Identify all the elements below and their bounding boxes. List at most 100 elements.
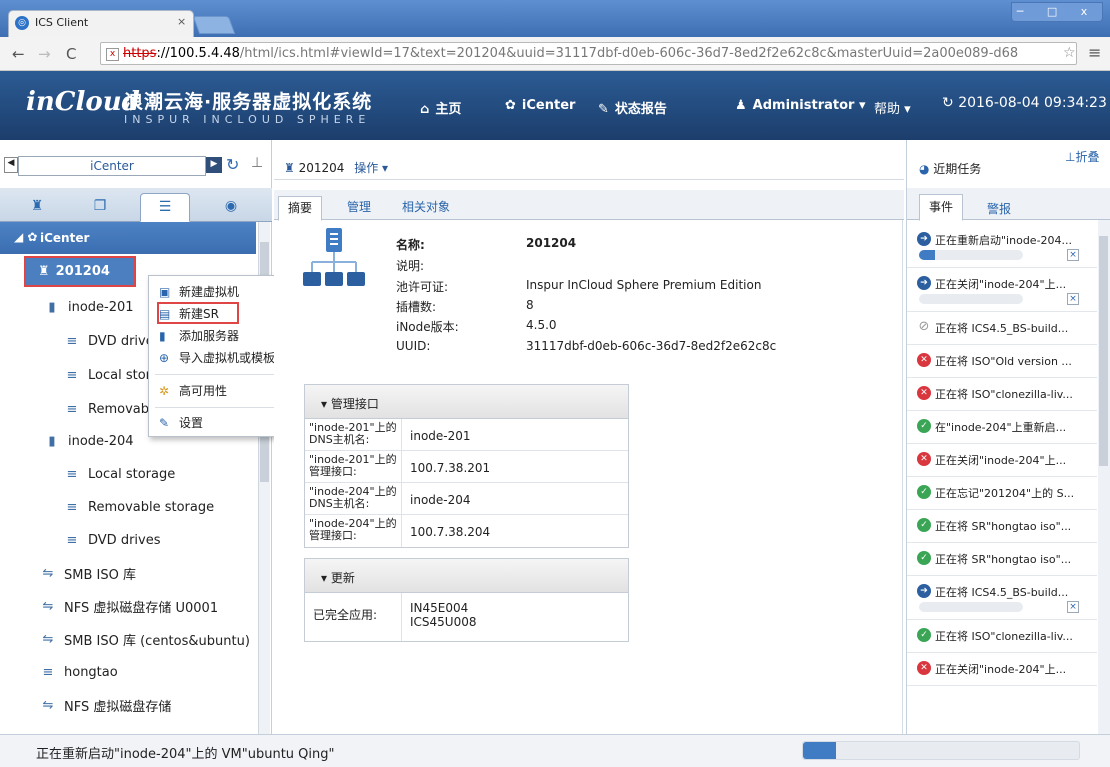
pool-topology-icon [303, 228, 365, 286]
success-icon: ✓ [917, 628, 931, 642]
tree-item-smb-iso[interactable]: ⇋ SMB ISO 库 [40, 556, 136, 590]
object-header: ♜ 201204 操作 ▾ [274, 152, 904, 180]
cancel-task-icon[interactable]: × [1067, 601, 1079, 613]
server-icon: ▮ [48, 299, 56, 315]
tab-events[interactable]: 事件 [919, 194, 963, 221]
actions-menu[interactable]: 操作 ▾ [354, 161, 388, 175]
tree-item-inode-204[interactable]: ▮ inode-204 [44, 424, 134, 458]
help-menu[interactable]: 帮助 ▾ [874, 98, 911, 117]
tree-item-hongtao[interactable]: ≡ hongtao [40, 655, 118, 689]
event-item[interactable]: ✕ 正在将 ISO"clonezilla-liv... [907, 378, 1097, 411]
user-name: Administrator [752, 98, 855, 113]
address-bar[interactable]: x https://100.5.4.48/html/ics.html#viewI… [100, 42, 1077, 65]
mgmt-section-title: 管理接口 [330, 397, 379, 411]
tree-item-dvd-drives[interactable]: ≡ DVD drives [64, 324, 161, 358]
event-item[interactable]: ➔ 正在关闭"inode-204"上... × [907, 268, 1097, 312]
summary-value: Inspur InCloud Sphere Premium Edition [526, 278, 762, 292]
tree-item-label: NFS 虚拟磁盘存储 [64, 699, 172, 715]
cancel-task-icon[interactable]: × [1067, 293, 1079, 305]
mgmt-value: 100.7.38.204 [410, 525, 491, 539]
refresh-icon[interactable]: ↻ [942, 95, 958, 111]
updates-section-header[interactable]: ▾ 更新 [305, 559, 628, 593]
nav-back-button[interactable]: ◀ [4, 157, 18, 173]
storage-tab-icon[interactable]: ☰ [140, 193, 190, 222]
tree-item-removable-storage[interactable]: ≡ Removable storage [64, 490, 215, 524]
status-progress-fill [803, 742, 837, 759]
incloud-logo: inCloud [26, 87, 140, 117]
tab-alerts[interactable]: 警报 [987, 200, 1011, 217]
tree-item-nfs[interactable]: ⇋ NFS 虚拟磁盘存储 [40, 688, 172, 722]
event-item[interactable]: ✓ 在"inode-204"上重新启... [907, 411, 1097, 444]
menu-label: 设置 [179, 416, 204, 430]
tasks-scrollbar[interactable] [1098, 220, 1110, 734]
browser-menu-icon[interactable]: ≡ [1088, 43, 1101, 62]
vms-tab-icon[interactable]: ❐ [75, 193, 125, 222]
tree-item-nfs-u0001[interactable]: ⇋ NFS 虚拟磁盘存储 U0001 [40, 589, 219, 623]
insecure-warning-icon: x [106, 48, 119, 61]
back-arrow-icon[interactable]: ← [12, 45, 25, 63]
event-item[interactable]: ✓ 正在将 SR"hongtao iso"... [907, 510, 1097, 543]
nav-forward-button[interactable]: ▶ [206, 157, 222, 173]
scrollbar-thumb[interactable] [1099, 236, 1108, 466]
cancel-task-icon[interactable]: × [1067, 249, 1079, 261]
tasks-tabs: 事件 警报 [907, 188, 1110, 221]
nav-home[interactable]: ⌂ 主页 [420, 98, 461, 117]
event-item[interactable]: ⊘ 正在将 ICS4.5_BS-build... [907, 312, 1097, 345]
shared-storage-icon: ⇋ [42, 631, 54, 647]
tree-root-icenter[interactable]: ◢ ✿ iCenter [0, 222, 256, 254]
tab-summary[interactable]: 摘要 [278, 196, 322, 221]
event-item[interactable]: ➔ 正在将 ICS4.5_BS-build... × [907, 576, 1097, 620]
menu-label: 添加服务器 [179, 329, 240, 343]
tab-close-button[interactable]: × [177, 15, 186, 28]
event-item[interactable]: ✕ 正在将 ISO"Old version ... [907, 345, 1097, 378]
tree-item-201204[interactable]: ♜ 201204 [24, 256, 136, 287]
mgmt-row: "inode-204"上的DNS主机名: inode-204 [305, 483, 628, 515]
event-item[interactable]: ➔ 正在重新启动"inode-204... × [907, 224, 1097, 268]
summary-key: 名称: [396, 238, 425, 252]
browser-tab[interactable]: ◎ ICS Client × [8, 10, 194, 37]
history-icon[interactable]: ↻ [226, 155, 239, 174]
nav-icenter[interactable]: ✿ iCenter [505, 98, 575, 113]
new-sr-icon: ▤ [159, 307, 171, 321]
hosts-tab-icon[interactable]: ♜ [12, 193, 62, 222]
settings-icon: ✎ [159, 416, 170, 430]
tab-manage[interactable]: 管理 [347, 198, 371, 215]
navigator-location[interactable]: iCenter [18, 156, 206, 176]
tree-item-smb-iso-centos[interactable]: ⇋ SMB ISO 库 (centos&ubuntu) [40, 622, 250, 656]
new-tab-button[interactable] [192, 16, 236, 34]
reload-icon[interactable]: C [66, 45, 76, 63]
updates-section: ▾ 更新 已完全应用: IN45E004 ICS45U008 [304, 558, 629, 642]
event-item[interactable]: ✓ 正在忘记"201204"上的 S... [907, 477, 1097, 510]
tree-item-inode-201[interactable]: ▮ inode-201 [44, 290, 134, 324]
tree-item-dvd-drives[interactable]: ≡ DVD drives [64, 523, 161, 557]
storage-icon: ≡ [66, 532, 78, 548]
nav-report[interactable]: ✎ 状态报告 [598, 98, 667, 117]
event-item[interactable]: ✕ 正在关闭"inode-204"上... [907, 653, 1097, 686]
status-text: 正在重新启动"inode-204"上的 VM"ubuntu Qing" [36, 747, 335, 762]
storage-icon: ≡ [66, 499, 78, 515]
event-item[interactable]: ✓ 正在将 ISO"clonezilla-liv... [907, 620, 1097, 653]
forward-arrow-icon[interactable]: → [38, 45, 51, 63]
window-controls[interactable]: ─ □ x [1011, 2, 1103, 22]
bookmark-star-icon[interactable]: ☆ [1063, 45, 1076, 61]
home-icon: ⌂ [420, 102, 430, 117]
user-menu[interactable]: ♟ Administrator ▾ [735, 98, 866, 113]
event-item[interactable]: ✓ 正在将 SR"hongtao iso"... [907, 543, 1097, 576]
tree-item-local-storage[interactable]: ≡ Local storage [64, 457, 176, 491]
tree-item-label: hongtao [64, 664, 118, 680]
pin-icon[interactable]: ⊥ [251, 155, 263, 171]
tree-item-label: inode-201 [68, 299, 134, 315]
tasks-title: 近期任务 [933, 162, 982, 176]
event-text: 在"inode-204"上重新启... [935, 421, 1067, 434]
event-text: 正在关闭"inode-204"上... [935, 454, 1067, 467]
brand-title: 浪潮云海·服务器虚拟化系统 [124, 91, 373, 113]
network-tab-icon[interactable]: ◉ [206, 193, 256, 222]
shared-storage-icon: ⇋ [42, 697, 54, 713]
tree-item-label: inode-204 [68, 433, 134, 449]
storage-icon: ≡ [66, 466, 78, 482]
pin-icon: ⊥ [1065, 150, 1076, 164]
mgmt-section-header[interactable]: ▾ 管理接口 [305, 385, 628, 419]
tab-related[interactable]: 相关对象 [402, 198, 450, 215]
collapse-panel-button[interactable]: ⊥折叠 [1065, 148, 1099, 165]
event-item[interactable]: ✕ 正在关闭"inode-204"上... [907, 444, 1097, 477]
